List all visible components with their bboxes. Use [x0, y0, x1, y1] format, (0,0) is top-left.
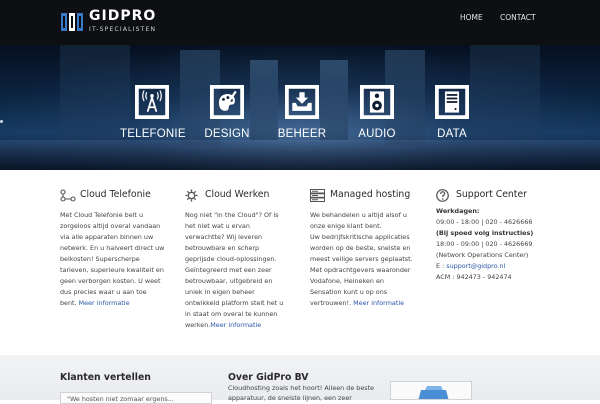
phone-daytime[interactable]: 09:00 - 18:00 | 020 - 4626666	[436, 217, 566, 228]
more-info-link[interactable]: Meer informatie	[210, 321, 261, 329]
more-info-link[interactable]: Meer informatie	[353, 299, 404, 307]
text-line: worden op de beste, snelste en	[310, 244, 411, 252]
text-line: geprijsde cloud-oplossingen.	[185, 255, 277, 263]
text-line: via alle apparaten binnen uw	[60, 233, 154, 241]
text-line: in staat om overal te kunnen	[185, 310, 278, 318]
service-label: DATA	[437, 128, 467, 140]
column-cloud-telefonie: Cloud Telefonie Met Cloud Telefonie belt…	[60, 188, 172, 309]
column-title: Cloud Telefonie	[80, 189, 151, 200]
hero-banner: TELEFONIE DESIGN BEHEER AUDIO DATA	[0, 45, 600, 170]
service-label: BEHEER	[277, 128, 327, 140]
network-nodes-icon	[60, 189, 76, 202]
text-line: meest veilige servers geplaatst.	[310, 255, 413, 263]
text-line: ontwikkeld platform stelt het u	[185, 299, 284, 307]
server-rack-icon	[310, 189, 325, 202]
text-line: dus precies waar u aan toe	[60, 288, 147, 296]
service-data[interactable]: DATA	[420, 85, 484, 140]
klanten-title: Klanten vertellen	[60, 372, 151, 383]
nav-contact-link[interactable]: CONTACT	[500, 13, 536, 23]
text-line: Met Cloud Telefonie belt u	[60, 211, 144, 219]
paint-palette-icon	[210, 85, 244, 119]
text-line: het niet wat u ervan	[185, 222, 250, 230]
brand-name[interactable]: GIDPRO	[89, 9, 156, 23]
about-image	[390, 381, 472, 400]
text-line: Sensation kunt u op ons	[310, 288, 388, 296]
text-line: vertrouwen!.	[310, 299, 352, 307]
column-title: Managed hosting	[330, 189, 411, 200]
text-line: Nog niet "in the Cloud"? Of is	[185, 211, 279, 219]
antenna-icon	[135, 85, 169, 119]
werkdagen-label: Werkdagen:	[436, 207, 480, 215]
about-text: Cloudhosting zoals het hoort! Alleen de …	[228, 383, 378, 403]
text-line: Met opdrachtgevers waaronder	[310, 266, 411, 274]
noc-label: (Network Operations Center)	[436, 251, 529, 259]
column-support-center: Support Center Werkdagen: 09:00 - 18:00 …	[436, 188, 566, 283]
text-line: betrouwbare en scherp	[185, 244, 260, 252]
text-line: bent.	[60, 299, 77, 307]
question-circle-icon	[436, 189, 449, 202]
text-line: Geïntegreerd met een zeer	[185, 266, 272, 274]
text-line: werken.	[185, 321, 211, 329]
service-design[interactable]: DESIGN	[195, 85, 259, 140]
text-line: netwerk. En u halveert direct uw	[60, 244, 165, 252]
support-email-link[interactable]: support@gidpro.nl	[446, 262, 505, 270]
inbox-tray-icon	[285, 85, 319, 119]
about-title: Over GidPro BV	[228, 372, 309, 383]
phone-night[interactable]: 18:00 - 09:00 | 020 - 4626669	[436, 239, 566, 250]
column-title: Cloud Werken	[205, 189, 270, 200]
gidpro-logo-icon[interactable]	[60, 10, 84, 34]
acm-numbers: ACM : 942473 - 942474	[436, 273, 512, 281]
more-info-link[interactable]: Meer informatie	[79, 299, 130, 307]
brand-tagline: IT-SPECIALISTEN	[89, 26, 157, 33]
gear-icon	[185, 189, 198, 202]
column-title: Support Center	[456, 189, 527, 200]
service-telefonie[interactable]: TELEFONIE	[120, 85, 186, 140]
slider-indicator[interactable]	[0, 120, 3, 123]
service-label: DESIGN	[204, 128, 250, 140]
text-line: Uw bedrijfskritische applicaties	[310, 233, 410, 241]
email-prefix: E :	[436, 262, 447, 270]
text-line: geen verborgen kosten. U weet	[60, 277, 161, 285]
service-label: TELEFONIE	[120, 128, 186, 140]
text-line: apparatuur, de snelste lijnen, een zeer	[228, 394, 352, 402]
text-line: Vodafone, Heineken en	[310, 277, 384, 285]
service-beheer[interactable]: BEHEER	[270, 85, 334, 140]
server-box-icon	[435, 85, 469, 119]
text-line: tarieven, superieure kwaliteit en	[60, 266, 164, 274]
text-line: verwachtte? Wij leveren	[185, 233, 263, 241]
nav-home-link[interactable]: HOME	[460, 13, 483, 23]
site-header: GIDPRO IT-SPECIALISTEN HOME CONTACT	[0, 0, 600, 45]
testimonial-box: "We hosten niet zomaar ergens...	[60, 392, 212, 404]
text-line: onze enige klant bent.	[310, 222, 382, 230]
text-line: belkosten! Superscherpe	[60, 255, 140, 263]
text-line: zorgeloos altijd overal vandaan	[60, 222, 161, 230]
text-line: We behandelen u altijd alsof u	[310, 211, 407, 219]
text-line: uniek in eigen beheer	[185, 288, 255, 296]
text-line: betrouwbaar, uitgebreid en	[185, 277, 273, 285]
text-line: Cloudhosting zoals het hoort! Alleen de …	[228, 384, 375, 392]
speaker-icon	[360, 85, 394, 119]
column-managed-hosting: Managed hosting We behandelen u altijd a…	[310, 188, 422, 309]
service-label: AUDIO	[358, 128, 396, 140]
column-cloud-werken: Cloud Werken Nog niet "in the Cloud"? Of…	[185, 188, 297, 331]
service-audio[interactable]: AUDIO	[345, 85, 409, 140]
emergency-note: (Bij spoed volg instructies)	[436, 229, 534, 237]
